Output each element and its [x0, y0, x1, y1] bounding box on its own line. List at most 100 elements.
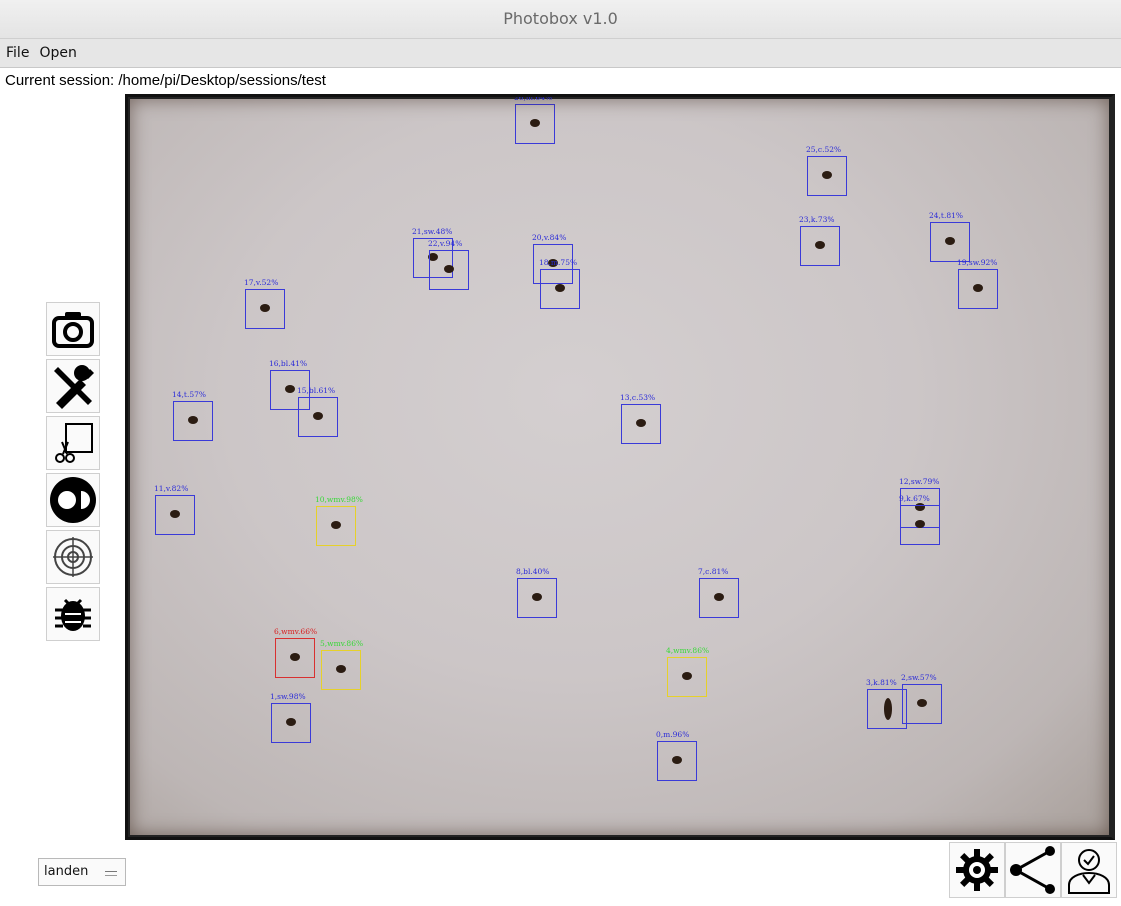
detection-label: 16,bl.41% — [269, 359, 308, 368]
menu-open[interactable]: Open — [33, 39, 80, 67]
left-toolbar — [46, 302, 102, 644]
insect — [917, 699, 927, 707]
detection-label: 25,c.52% — [806, 145, 842, 154]
user-account-button[interactable] — [1061, 842, 1117, 898]
detection-box[interactable]: 12,sw.79% — [899, 477, 940, 528]
detection-label: 11,v.82% — [154, 484, 189, 493]
detection-label: 12,sw.79% — [899, 477, 940, 486]
insect — [188, 416, 198, 424]
settings-gear-icon — [956, 849, 998, 891]
insect — [945, 237, 955, 245]
detection-label: 26,m.64% — [514, 94, 553, 102]
detection-box[interactable]: 17,v.52% — [244, 278, 285, 329]
insect — [260, 304, 270, 312]
settings-tools-button[interactable] — [46, 359, 100, 413]
insect — [428, 253, 438, 261]
insect — [884, 698, 892, 720]
insect — [286, 718, 296, 726]
detection-box[interactable]: 3,k.81% — [866, 678, 907, 729]
detection-box[interactable]: 25,c.52% — [806, 145, 847, 196]
detection-box[interactable]: 13,c.53% — [620, 393, 661, 444]
detection-label: 17,v.52% — [244, 278, 279, 287]
detection-box[interactable]: 19,sw.92% — [957, 258, 998, 309]
insect — [532, 593, 542, 601]
detection-box[interactable]: 0,m.96% — [656, 730, 697, 781]
detection-box[interactable]: 20,v.84% — [532, 233, 573, 284]
detection-box[interactable]: 11,v.82% — [154, 484, 195, 535]
detection-label: 20,v.84% — [532, 233, 567, 242]
detection-label: 5,wmv.86% — [320, 639, 364, 648]
insect — [170, 510, 180, 518]
detection-box[interactable]: 14,t.57% — [172, 390, 213, 441]
detection-box[interactable]: 16,bl.41% — [269, 359, 310, 410]
detection-label: 18,m.75% — [539, 258, 578, 267]
target-button[interactable] — [46, 530, 100, 584]
detection-label: 7,c.81% — [698, 567, 729, 576]
user-verified-icon — [1068, 849, 1110, 894]
detection-label: 9,k.67% — [899, 494, 930, 503]
insect — [530, 119, 540, 127]
detection-label: 6,wmv.66% — [274, 627, 318, 636]
detection-box[interactable]: 5,wmv.86% — [320, 639, 363, 690]
record-button[interactable] — [46, 473, 100, 527]
detection-box[interactable]: 7,c.81% — [698, 567, 739, 618]
insect — [548, 259, 558, 267]
tools-icon — [54, 365, 94, 409]
detection-box[interactable]: 4,wmv.86% — [666, 646, 709, 697]
detection-box[interactable]: 2,sw.57% — [901, 673, 942, 724]
detection-box[interactable]: 1,sw.98% — [270, 692, 311, 743]
sticky-trap-sheet: 26,m.64% 25,c.52% 23,k.73% 24,t.81% 19,s… — [130, 97, 1109, 835]
detection-label: 19,sw.92% — [957, 258, 998, 267]
detection-label: 14,t.57% — [172, 390, 206, 399]
crop-icon — [55, 423, 93, 463]
detection-label: 13,c.53% — [620, 393, 656, 402]
menu-file[interactable]: File — [0, 39, 33, 67]
combo-arrow-icon — [105, 871, 117, 876]
detection-box[interactable]: 9,k.67% — [899, 494, 940, 545]
share-icon — [1010, 846, 1055, 894]
window-title: Photobox v1.0 — [0, 0, 1121, 39]
insect — [636, 419, 646, 427]
share-button[interactable] — [1005, 842, 1061, 898]
process-settings-button[interactable] — [949, 842, 1005, 898]
menu-bar: File Open — [0, 39, 1121, 68]
detection-box[interactable]: 6,wmv.66% — [274, 627, 317, 678]
detection-label: 15,bl.61% — [297, 386, 336, 395]
detection-label: 1,sw.98% — [270, 692, 306, 701]
insect — [555, 284, 565, 292]
target-icon — [53, 537, 93, 577]
insect — [290, 653, 300, 661]
detection-label: 2,sw.57% — [901, 673, 937, 682]
insect — [331, 521, 341, 529]
detection-box[interactable]: 15,bl.61% — [297, 386, 338, 437]
detection-box[interactable]: 18,m.75% — [539, 258, 580, 309]
crop-button[interactable] — [46, 416, 100, 470]
detection-box[interactable]: 10,wmv.98% — [315, 495, 363, 546]
camera-icon — [52, 312, 94, 348]
insect — [313, 412, 323, 420]
insect — [915, 520, 925, 528]
bug-icon — [55, 598, 91, 631]
bug-detect-button[interactable] — [46, 587, 100, 641]
detection-box[interactable]: 23,k.73% — [799, 215, 840, 266]
model-select[interactable]: landen — [38, 858, 126, 886]
detection-box[interactable]: 22,v.94% — [428, 239, 469, 290]
detection-box[interactable]: 24,t.81% — [929, 211, 970, 262]
record-icon — [50, 477, 96, 523]
detection-label: 23,k.73% — [799, 215, 835, 224]
detection-label: 24,t.81% — [929, 211, 963, 220]
trap-image: 26,m.64% 25,c.52% 23,k.73% 24,t.81% 19,s… — [125, 94, 1115, 840]
detection-label: 3,k.81% — [866, 678, 897, 687]
detection-box[interactable]: 21,sw.48% — [412, 227, 453, 278]
detection-label: 0,m.96% — [656, 730, 690, 739]
insect — [973, 284, 983, 292]
detection-label: 10,wmv.98% — [315, 495, 363, 504]
session-path: Current session: /home/pi/Desktop/sessio… — [5, 72, 326, 89]
insect — [682, 672, 692, 680]
detection-box[interactable]: 26,m.64% — [514, 97, 555, 144]
detection-box[interactable]: 8,bl.40% — [516, 567, 557, 618]
insect — [336, 665, 346, 673]
detection-label: 22,v.94% — [428, 239, 463, 248]
insect — [714, 593, 724, 601]
capture-button[interactable] — [46, 302, 100, 356]
